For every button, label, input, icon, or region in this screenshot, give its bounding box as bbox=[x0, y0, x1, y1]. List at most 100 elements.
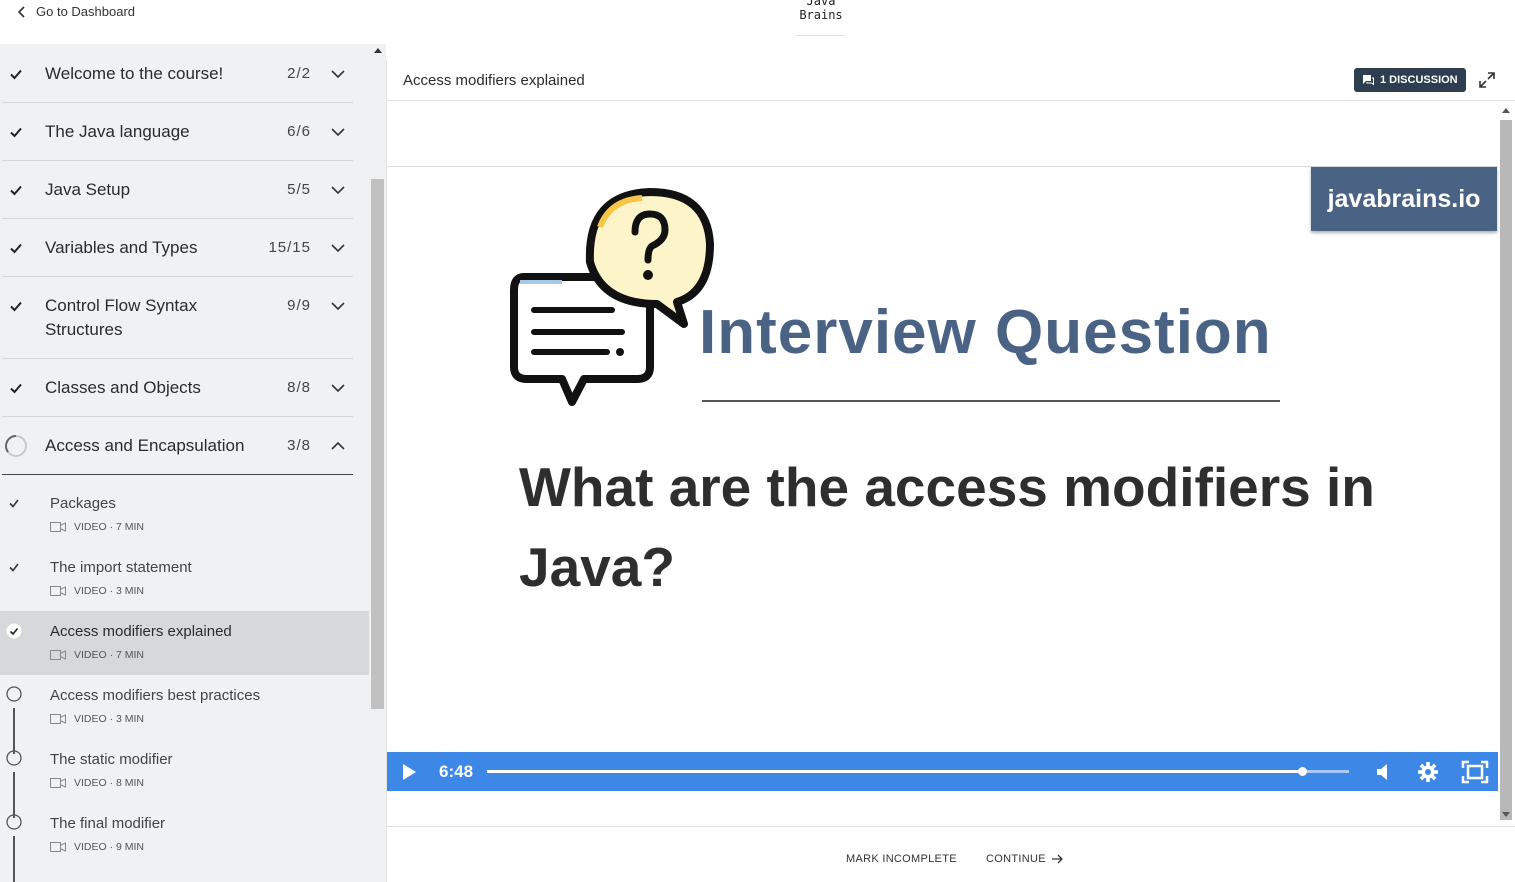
sidebar-scroll-thumb[interactable] bbox=[371, 179, 384, 709]
section-title: Control Flow Syntax Structures bbox=[45, 296, 198, 339]
lesson-meta-text: VIDEO · 3 MIN bbox=[74, 585, 145, 597]
lesson-meta: VIDEO · 3 MIN bbox=[50, 585, 144, 597]
section-java-language[interactable]: The Java language 6/6 bbox=[2, 103, 353, 161]
empty-circle-icon bbox=[6, 750, 22, 766]
lesson-item-packages[interactable]: Packages VIDEO · 7 MIN bbox=[0, 483, 369, 547]
chevron-down-icon bbox=[331, 128, 345, 137]
check-icon bbox=[10, 69, 22, 80]
lesson-meta: VIDEO · 7 MIN bbox=[50, 521, 144, 533]
chat-bubble-icon bbox=[1363, 75, 1374, 86]
chevron-down-icon bbox=[331, 244, 345, 253]
section-title: Welcome to the course! bbox=[45, 64, 224, 83]
lesson-item-best-practices[interactable]: Access modifiers best practices VIDEO · … bbox=[0, 675, 369, 739]
chevron-up-icon bbox=[331, 441, 345, 450]
volume-icon[interactable] bbox=[1375, 763, 1393, 781]
section-control-flow[interactable]: Control Flow Syntax Structures 9/9 bbox=[2, 277, 353, 359]
video-controls: 6:48 bbox=[387, 752, 1498, 791]
lesson-meta-text: VIDEO · 8 MIN bbox=[74, 777, 145, 789]
lesson-title: Packages bbox=[50, 495, 116, 512]
section-count: 9/9 bbox=[287, 297, 311, 314]
lesson-item-import[interactable]: The import statement VIDEO · 3 MIN bbox=[0, 547, 369, 611]
lesson-meta: VIDEO · 3 MIN bbox=[50, 713, 144, 725]
check-icon bbox=[10, 185, 22, 196]
section-count: 2/2 bbox=[287, 65, 311, 82]
lesson-item-access-modifiers[interactable]: Access modifiers explained VIDEO · 7 MIN bbox=[0, 611, 369, 675]
lesson-item-final[interactable]: The final modifier VIDEO · 9 MIN bbox=[0, 803, 369, 867]
video-progress-fill bbox=[487, 770, 1302, 773]
continue-button[interactable]: CONTINUE bbox=[986, 853, 1064, 865]
settings-gear-icon[interactable] bbox=[1417, 761, 1439, 783]
section-count: 6/6 bbox=[287, 123, 311, 140]
lesson-title: Access modifiers best practices bbox=[50, 687, 261, 704]
lesson-meta-text: VIDEO · 7 MIN bbox=[74, 649, 145, 661]
mark-incomplete-label: MARK INCOMPLETE bbox=[846, 853, 957, 865]
check-icon bbox=[10, 383, 22, 394]
brand-badge: javabrains.io bbox=[1311, 167, 1497, 231]
slide-question: What are the access modifiers in Java? bbox=[519, 456, 1375, 598]
lesson-meta: VIDEO · 9 MIN bbox=[50, 841, 144, 853]
fullscreen-icon[interactable] bbox=[1461, 760, 1489, 784]
section-variables-types[interactable]: Variables and Types 15/15 bbox=[2, 219, 353, 277]
empty-circle-icon bbox=[6, 686, 22, 702]
go-to-dashboard-link[interactable]: Go to Dashboard bbox=[16, 4, 135, 19]
lesson-item-static[interactable]: The static modifier VIDEO · 8 MIN bbox=[0, 739, 369, 803]
section-classes-objects[interactable]: Classes and Objects 8/8 bbox=[2, 359, 353, 417]
scroll-up-arrow-icon[interactable] bbox=[1502, 108, 1510, 113]
java-brains-logo[interactable]: Java Brains bbox=[797, 0, 845, 36]
scroll-up-arrow-icon[interactable] bbox=[374, 48, 382, 53]
video-camera-icon bbox=[50, 714, 66, 724]
lesson-title: The import statement bbox=[50, 559, 192, 576]
play-icon[interactable] bbox=[401, 763, 417, 781]
section-welcome[interactable]: Welcome to the course! 2/2 bbox=[2, 44, 353, 103]
expand-icon[interactable] bbox=[1477, 70, 1497, 90]
lesson-meta: VIDEO · 8 MIN bbox=[50, 777, 144, 789]
lesson-footer: MARK INCOMPLETE CONTINUE bbox=[387, 826, 1515, 882]
video-time: 6:48 bbox=[439, 762, 474, 781]
section-count: 8/8 bbox=[287, 379, 311, 396]
check-small-icon bbox=[9, 563, 19, 572]
lesson-heading: Access modifiers explained bbox=[403, 72, 585, 89]
discussion-button[interactable]: 1 DISCUSSION bbox=[1354, 68, 1466, 92]
section-count: 3/8 bbox=[287, 437, 311, 454]
video-camera-icon bbox=[50, 778, 66, 788]
lesson-panel: Access modifiers explained 1 DISCUSSION … bbox=[386, 60, 1515, 882]
logo-line-1: Java bbox=[806, 0, 836, 8]
logo-line-2: Brains bbox=[799, 8, 843, 22]
mark-incomplete-button[interactable]: MARK INCOMPLETE bbox=[846, 853, 957, 865]
check-circle-icon bbox=[6, 623, 22, 639]
section-count: 15/15 bbox=[268, 239, 311, 256]
content-scroll-thumb[interactable] bbox=[1500, 120, 1512, 820]
go-to-dashboard-label: Go to Dashboard bbox=[36, 4, 136, 19]
video-progress-knob[interactable] bbox=[1297, 767, 1307, 776]
video-player[interactable]: javabrains.io Interview Question What ar… bbox=[387, 166, 1498, 791]
section-title: Access and Encapsulation bbox=[45, 436, 245, 455]
section-title: Classes and Objects bbox=[45, 378, 201, 397]
video-camera-icon bbox=[50, 842, 66, 852]
discussion-label: 1 DISCUSSION bbox=[1380, 74, 1458, 86]
section-access-encapsulation[interactable]: Access and Encapsulation 3/8 bbox=[2, 417, 353, 475]
section-title: Java Setup bbox=[45, 180, 131, 199]
section-count: 5/5 bbox=[287, 181, 311, 198]
slide-heading: Interview Question bbox=[699, 298, 1272, 367]
arrow-right-icon bbox=[1051, 854, 1063, 864]
section-java-setup[interactable]: Java Setup 5/5 bbox=[2, 161, 353, 219]
lesson-title: The static modifier bbox=[50, 751, 173, 768]
progress-ring-icon bbox=[5, 435, 27, 457]
scroll-down-arrow-icon[interactable] bbox=[1502, 812, 1510, 817]
chevron-down-icon bbox=[331, 186, 345, 195]
continue-label: CONTINUE bbox=[986, 853, 1046, 865]
video-progress-bar[interactable] bbox=[487, 767, 1349, 776]
video-camera-icon bbox=[50, 650, 66, 660]
lesson-title: Access modifiers explained bbox=[50, 623, 232, 640]
check-small-icon bbox=[9, 499, 19, 508]
chevron-down-icon bbox=[331, 70, 345, 79]
video-camera-icon bbox=[50, 522, 66, 532]
lesson-title: The final modifier bbox=[50, 815, 166, 832]
chevron-left-icon bbox=[17, 5, 25, 18]
check-icon bbox=[10, 301, 22, 312]
chevron-down-icon bbox=[331, 302, 345, 311]
slide-divider bbox=[702, 400, 1280, 402]
lesson-meta-text: VIDEO · 3 MIN bbox=[74, 713, 145, 725]
video-camera-icon bbox=[50, 586, 66, 596]
lesson-meta-text: VIDEO · 9 MIN bbox=[74, 841, 145, 853]
